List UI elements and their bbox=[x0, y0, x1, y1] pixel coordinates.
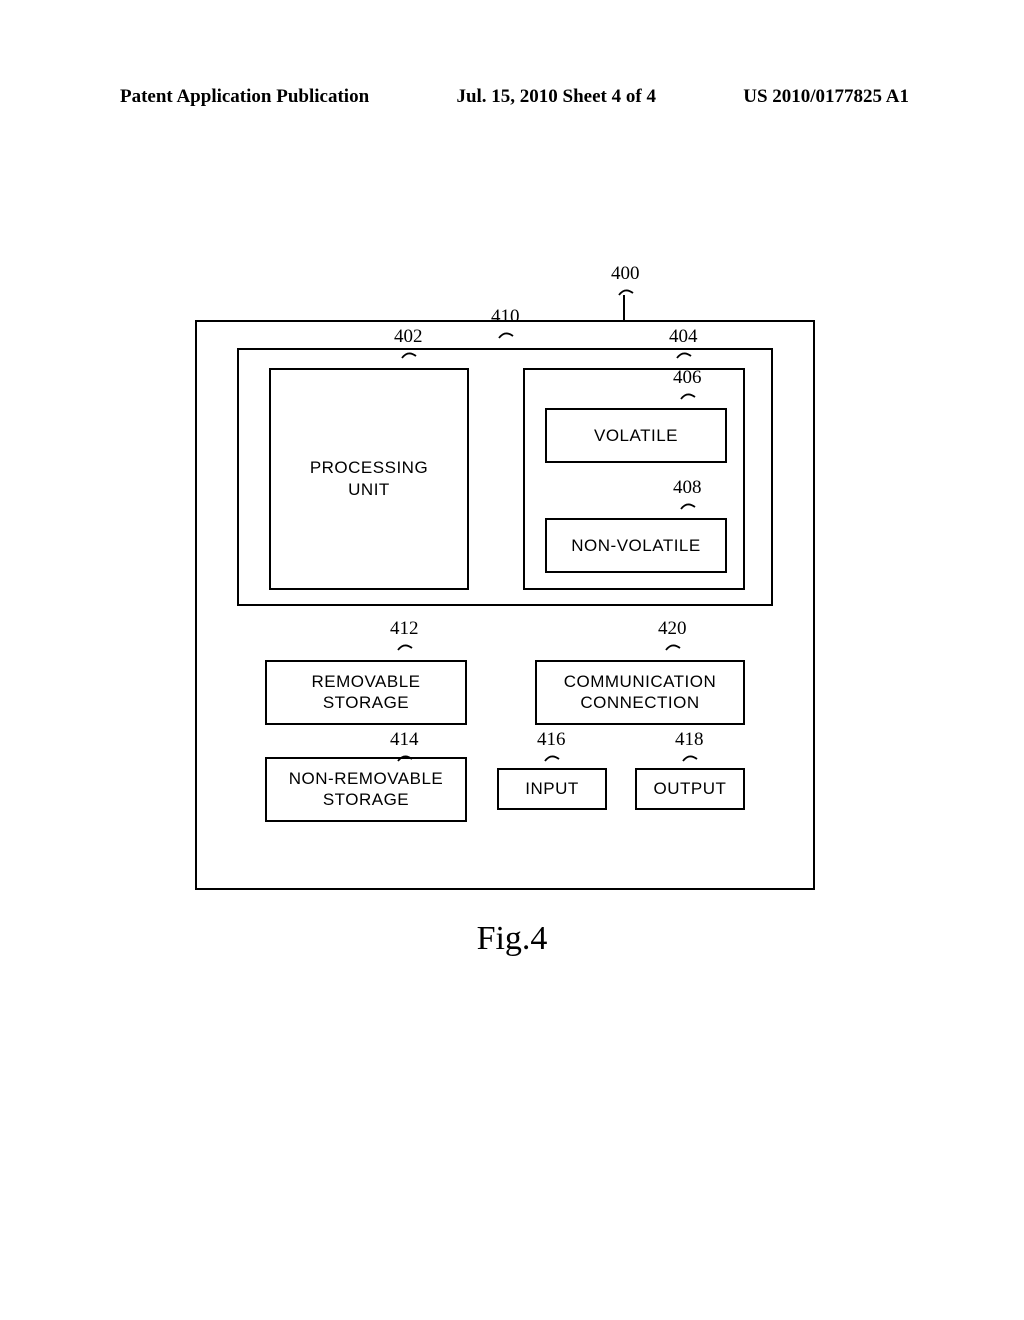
nonremovable-storage-block: NON-REMOVABLE STORAGE bbox=[265, 757, 467, 822]
removable-storage-block: REMOVABLE STORAGE bbox=[265, 660, 467, 725]
volatile-block: VOLATILE bbox=[545, 408, 727, 463]
ref-tick-icon bbox=[681, 751, 699, 763]
ref-tick-icon bbox=[400, 348, 418, 360]
input-block: INPUT bbox=[497, 768, 607, 810]
output-block: OUTPUT bbox=[635, 768, 745, 810]
upper-inner-box: 402 PROCESSING UNIT 404 406 VOLATILE 408… bbox=[237, 348, 773, 606]
ref-label-412: 412 bbox=[390, 618, 419, 640]
ref-label-408: 408 bbox=[673, 477, 702, 499]
header-publication: Patent Application Publication bbox=[120, 86, 369, 108]
ref-tick-icon bbox=[664, 640, 682, 652]
ref-tick-icon bbox=[617, 285, 635, 297]
memory-group-box: 406 VOLATILE 408 NON-VOLATILE bbox=[523, 368, 745, 590]
ref-label-414: 414 bbox=[390, 729, 419, 751]
ref-label-416: 416 bbox=[537, 729, 566, 751]
ref-tick-icon bbox=[497, 328, 515, 340]
processing-unit-block: PROCESSING UNIT bbox=[269, 368, 469, 590]
communication-connection-block: COMMUNICATION CONNECTION bbox=[535, 660, 745, 725]
header-patent-number: US 2010/0177825 A1 bbox=[743, 86, 909, 108]
removable-storage-label: REMOVABLE STORAGE bbox=[311, 672, 420, 713]
volatile-label: VOLATILE bbox=[594, 426, 678, 446]
ref-label-420: 420 bbox=[658, 618, 687, 640]
ref-label-400: 400 bbox=[611, 263, 640, 285]
ref-tick-icon bbox=[396, 640, 414, 652]
diagram-container: 400 410 402 PROCESSING UNIT 404 406 VOLA… bbox=[195, 270, 815, 890]
figure-caption: Fig.4 bbox=[0, 920, 1024, 958]
nonvolatile-block: NON-VOLATILE bbox=[545, 518, 727, 573]
output-label: OUTPUT bbox=[654, 779, 727, 799]
ref-tick-icon bbox=[543, 751, 561, 763]
ref-label-410: 410 bbox=[491, 306, 520, 328]
ref-label-406: 406 bbox=[673, 367, 702, 389]
communication-connection-label: COMMUNICATION CONNECTION bbox=[564, 672, 717, 713]
processing-unit-label: PROCESSING UNIT bbox=[310, 457, 428, 501]
ref-label-418: 418 bbox=[675, 729, 704, 751]
page-header: Patent Application Publication Jul. 15, … bbox=[0, 86, 1024, 108]
nonremovable-storage-label: NON-REMOVABLE STORAGE bbox=[289, 769, 444, 810]
header-date-sheet: Jul. 15, 2010 Sheet 4 of 4 bbox=[456, 86, 656, 108]
nonvolatile-label: NON-VOLATILE bbox=[571, 536, 700, 556]
input-label: INPUT bbox=[525, 779, 579, 799]
ref-leader-icon bbox=[623, 295, 626, 321]
ref-tick-icon bbox=[675, 348, 693, 360]
ref-tick-icon bbox=[679, 389, 697, 401]
ref-label-404: 404 bbox=[669, 326, 698, 348]
ref-tick-icon bbox=[679, 499, 697, 511]
ref-label-402: 402 bbox=[394, 326, 423, 348]
